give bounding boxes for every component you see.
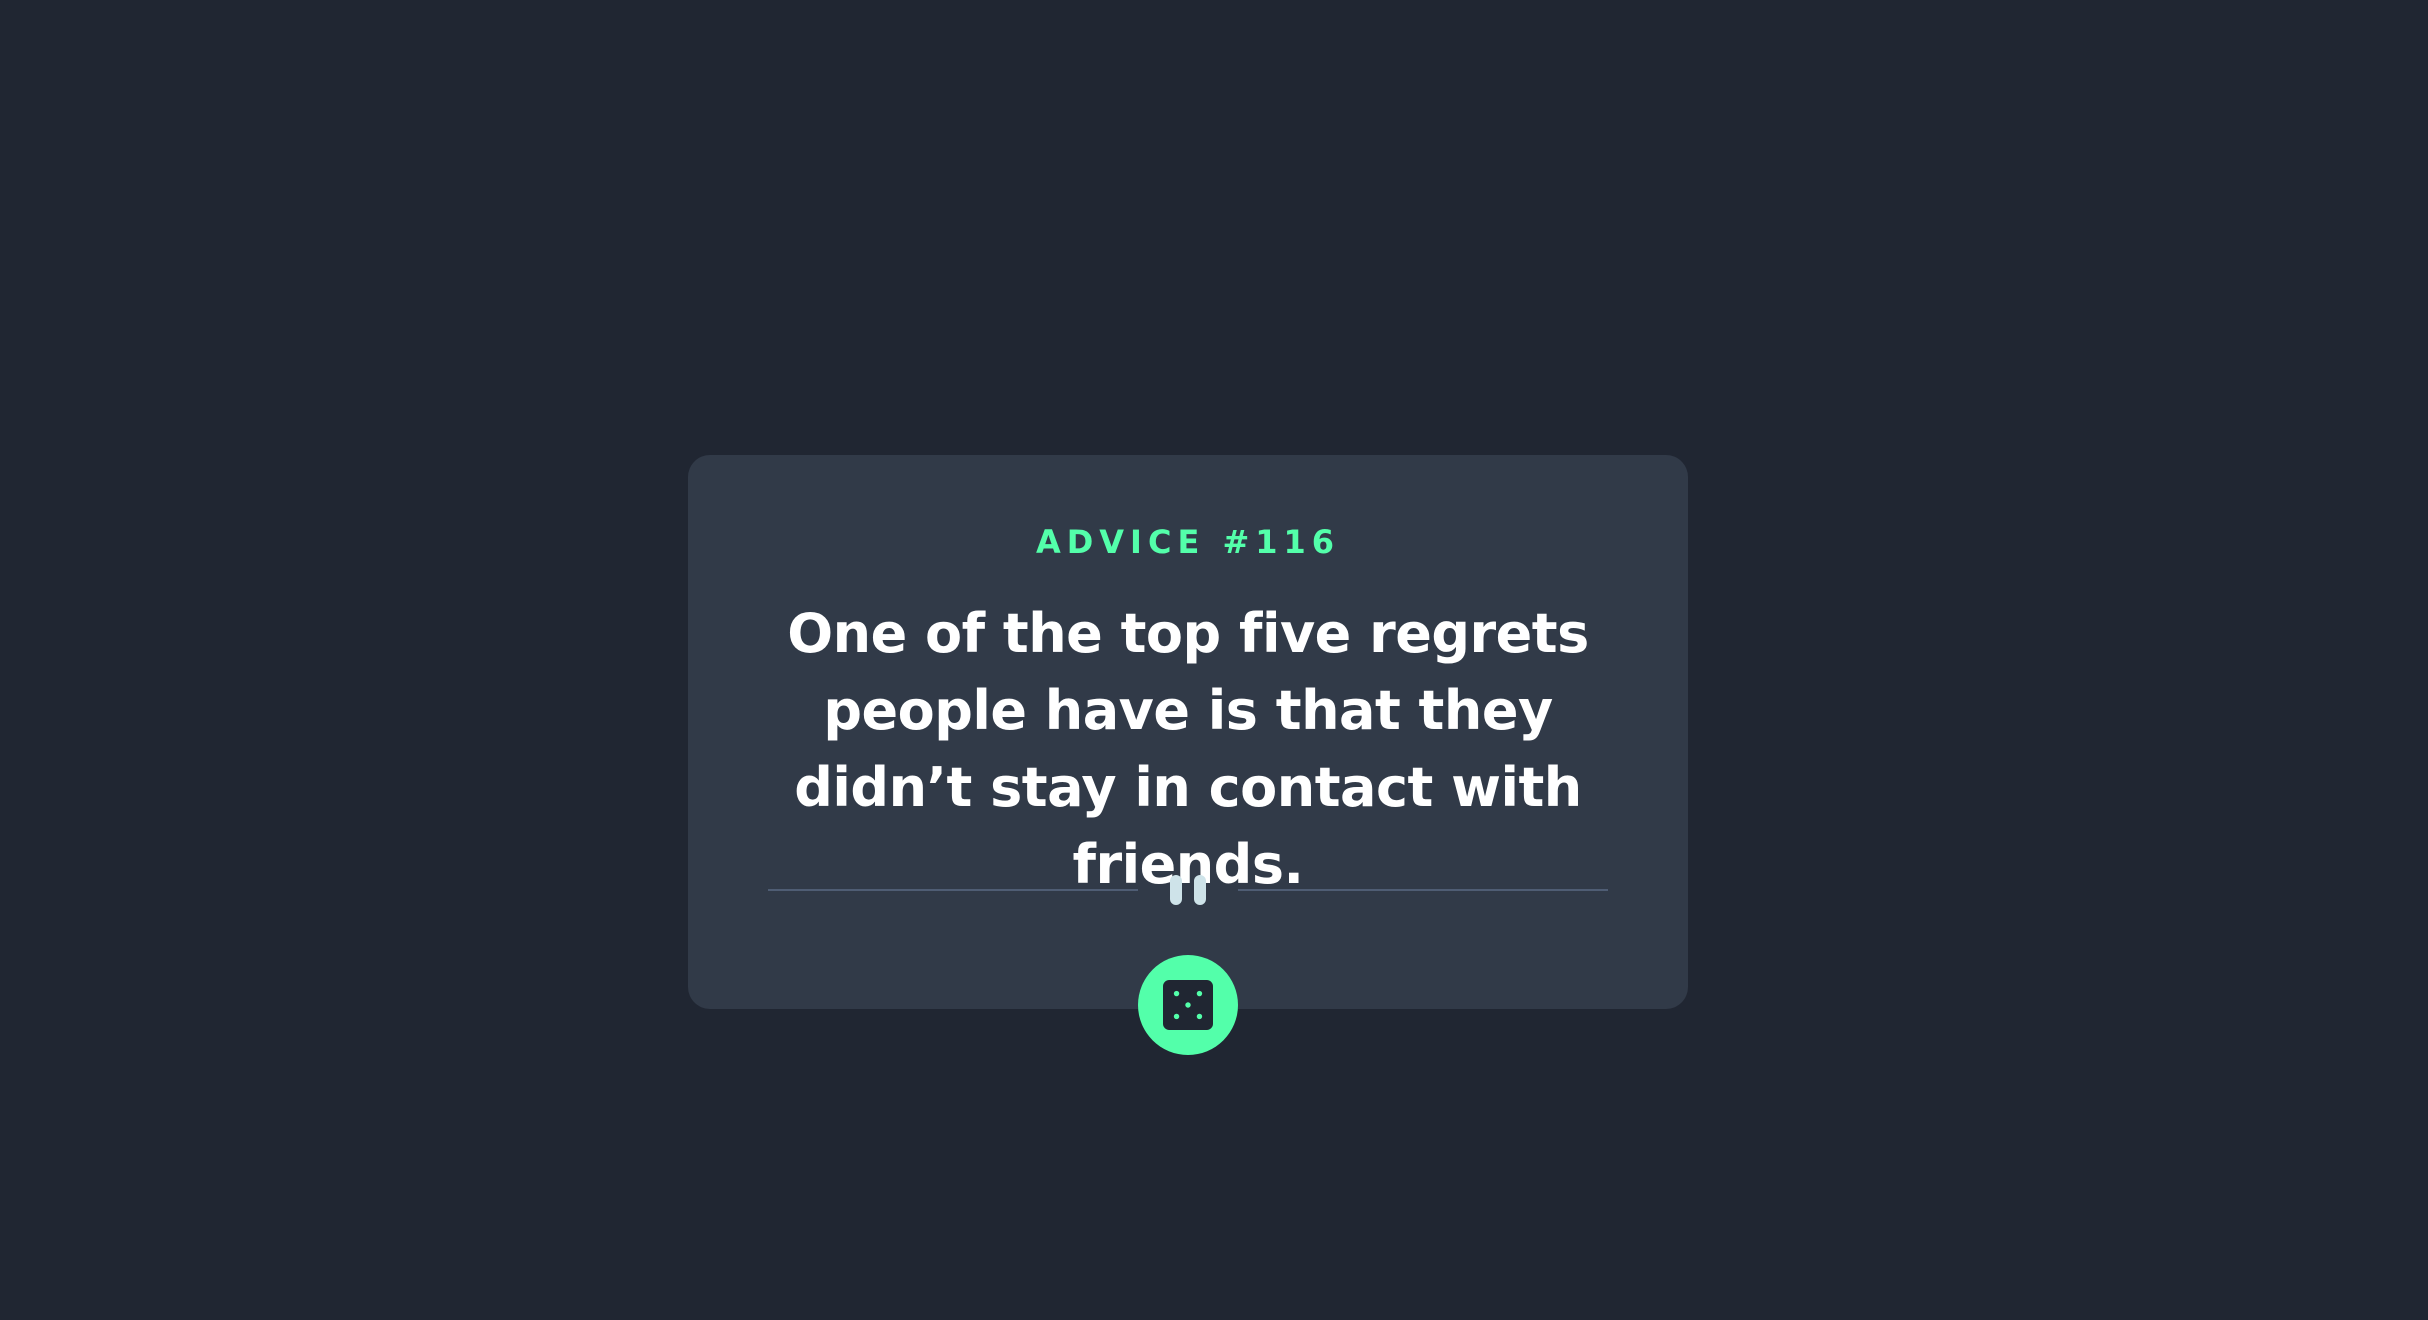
dice-button[interactable]: [1138, 955, 1238, 1055]
divider-line-left: [768, 889, 1138, 891]
pause-bar: [1194, 875, 1206, 905]
pause-bar: [1170, 875, 1182, 905]
divider: [768, 875, 1608, 905]
page: ADVICE #116 One of the top five regrets …: [0, 0, 2428, 1320]
advice-quote: One of the top five regrets people have …: [787, 602, 1589, 896]
advice-heading: ADVICE #116: [1035, 523, 1341, 561]
divider-line-right: [1238, 889, 1608, 891]
dice-icon: [1163, 980, 1213, 1030]
advice-card: ADVICE #116 One of the top five regrets …: [688, 455, 1688, 1055]
pause-icon: [1168, 875, 1208, 905]
